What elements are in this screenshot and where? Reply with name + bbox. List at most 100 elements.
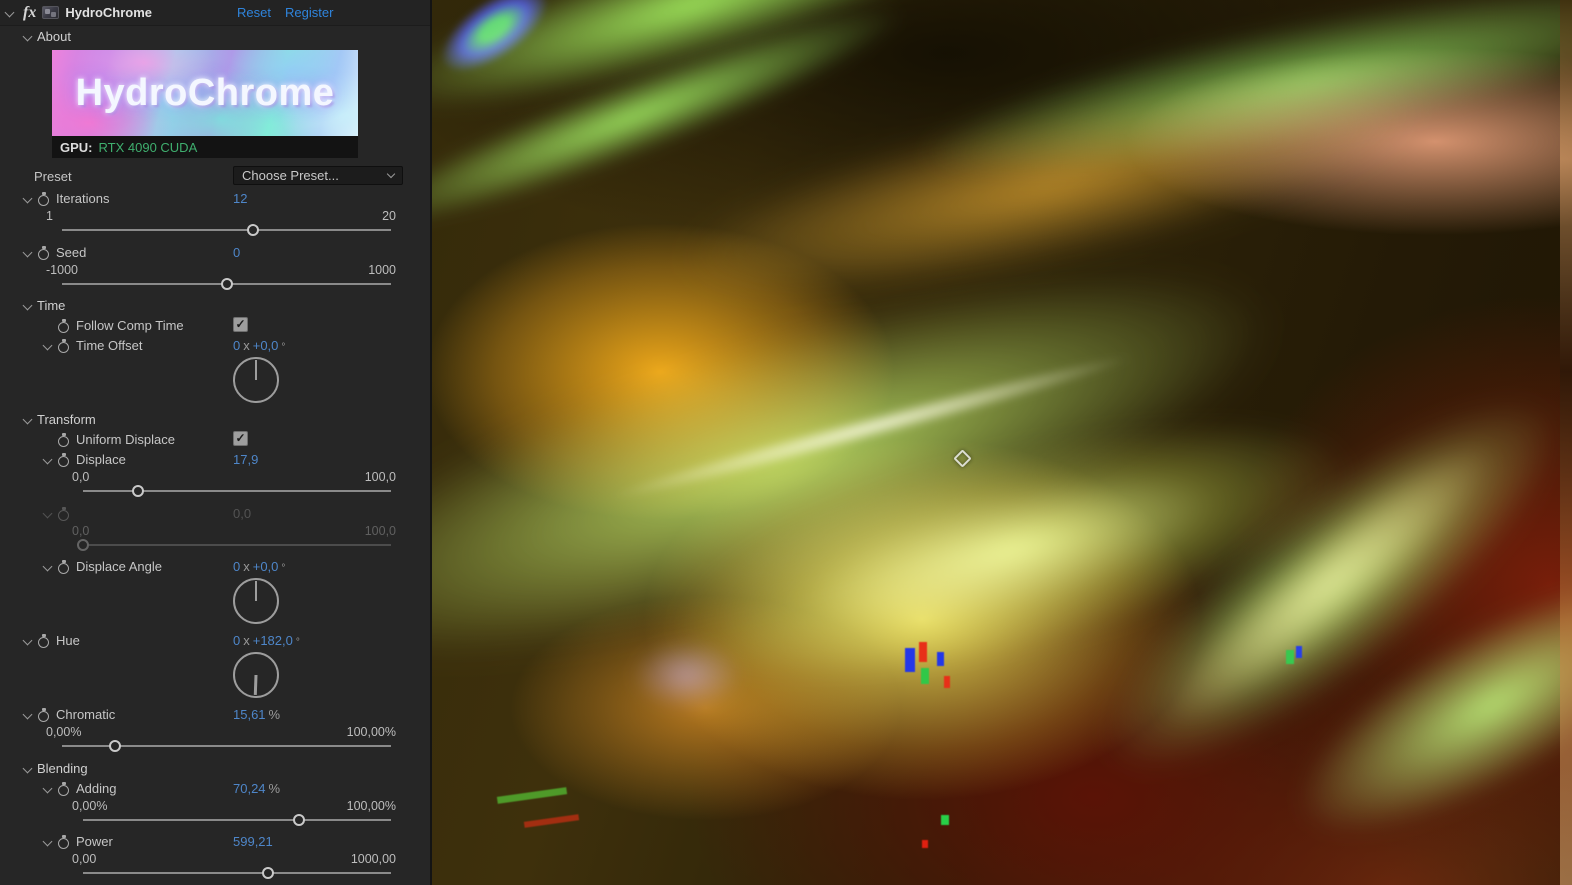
- rgb-glitch-pixel: [1286, 650, 1294, 664]
- slider-thumb[interactable]: [292, 814, 305, 826]
- slider-track[interactable]: [62, 278, 391, 290]
- stopwatch-icon[interactable]: [57, 559, 70, 574]
- angle-times-symbol: x: [243, 632, 250, 648]
- chevron-down-icon[interactable]: [22, 300, 33, 310]
- checkbox[interactable]: [233, 431, 248, 446]
- param-row-seed: Seed 0: [0, 242, 430, 262]
- group-row-transform[interactable]: Transform: [0, 409, 430, 429]
- rgb-glitch-pixel: [921, 668, 929, 684]
- degree-symbol: °: [281, 341, 286, 353]
- angle-degrees-value[interactable]: +182,0: [253, 633, 293, 648]
- param-value[interactable]: 0: [233, 245, 240, 260]
- effect-title: HydroChrome: [65, 5, 153, 20]
- chevron-down-icon[interactable]: [22, 193, 33, 203]
- param-label: Displace: [76, 451, 126, 467]
- param-value[interactable]: 15,61: [233, 707, 266, 722]
- stopwatch-icon[interactable]: [57, 318, 70, 333]
- about-banner-wrap: HydroChrome GPU: RTX 4090 CUDA: [52, 50, 358, 158]
- slider-min-label: -1000: [46, 262, 78, 277]
- angle-degrees-value[interactable]: +0,0: [253, 559, 279, 574]
- slider-thumb: [77, 539, 89, 551]
- slider-max-label: 1000,00: [350, 851, 396, 866]
- stopwatch-icon[interactable]: [57, 338, 70, 353]
- param-row-power: Power 599,21: [0, 831, 430, 851]
- param-row-iterations: Iterations 12: [0, 188, 430, 208]
- angle-dial[interactable]: [233, 357, 279, 403]
- angle-dial[interactable]: [233, 652, 279, 698]
- slider-thumb[interactable]: [108, 740, 121, 752]
- slider-track[interactable]: [62, 740, 391, 752]
- angle-times-symbol: x: [243, 558, 250, 574]
- chevron-down-icon[interactable]: [22, 31, 33, 41]
- chevron-down-icon[interactable]: [22, 709, 33, 719]
- param-row-follow-comp-time: Follow Comp Time: [0, 315, 430, 335]
- slider-min-label: 0,00%: [72, 798, 108, 813]
- dropdown-value: Choose Preset...: [242, 168, 339, 183]
- param-label: Follow Comp Time: [76, 317, 184, 333]
- preset-dropdown[interactable]: Choose Preset...: [233, 166, 403, 185]
- param-value[interactable]: 12: [233, 191, 247, 206]
- chevron-down-icon[interactable]: [22, 414, 33, 424]
- slider-thumb[interactable]: [132, 485, 145, 497]
- angle-revolutions-value[interactable]: 0: [233, 559, 240, 574]
- slider-max-label: 100,0: [364, 523, 396, 538]
- dial-pointer: [254, 581, 258, 601]
- stopwatch-icon[interactable]: [57, 781, 70, 796]
- stopwatch-icon[interactable]: [37, 245, 50, 260]
- stopwatch-icon[interactable]: [57, 834, 70, 849]
- slider-range-labels: 1 20: [0, 208, 430, 223]
- param-label: Adding: [76, 780, 117, 796]
- slider-min-label: 1: [46, 208, 53, 223]
- param-value[interactable]: 17,9: [233, 452, 258, 467]
- param-row-displace-angle: Displace Angle 0 x +0,0 °: [0, 556, 430, 576]
- reset-button[interactable]: Reset: [237, 5, 271, 20]
- composition-viewport[interactable]: [432, 0, 1572, 885]
- param-block-displace-secondary: 0,0 0,0 100,0: [0, 503, 430, 552]
- slider-track[interactable]: [83, 814, 391, 826]
- checkbox[interactable]: [233, 317, 248, 332]
- render-violet-glow: [632, 640, 742, 710]
- angle-revolutions-value[interactable]: 0: [233, 338, 240, 353]
- stopwatch-icon[interactable]: [37, 633, 50, 648]
- slider-thumb[interactable]: [261, 867, 274, 879]
- slider-thumb[interactable]: [246, 224, 259, 236]
- chevron-down-icon[interactable]: [42, 340, 53, 350]
- stopwatch-icon: [57, 506, 70, 521]
- group-row-time[interactable]: Time: [0, 295, 430, 315]
- param-label: Uniform Displace: [76, 431, 175, 447]
- stopwatch-icon[interactable]: [57, 432, 70, 447]
- param-row-uniform-displace: Uniform Displace: [0, 429, 430, 449]
- stopwatch-icon[interactable]: [37, 191, 50, 206]
- slider-track[interactable]: [83, 485, 391, 497]
- param-row-time-offset: Time Offset 0 x +0,0 °: [0, 335, 430, 355]
- chevron-down-icon[interactable]: [22, 247, 33, 257]
- slider-track[interactable]: [62, 224, 391, 236]
- angle-dial-row: [0, 576, 430, 626]
- slider-row: [0, 866, 430, 880]
- group-label: Time: [37, 297, 66, 313]
- param-value[interactable]: 70,24: [233, 781, 266, 796]
- slider-track[interactable]: [83, 867, 391, 879]
- rgb-glitch-pixel: [937, 652, 944, 666]
- angle-revolutions-value[interactable]: 0: [233, 633, 240, 648]
- stopwatch-icon[interactable]: [37, 707, 50, 722]
- chevron-down-icon[interactable]: [42, 783, 53, 793]
- chevron-down-icon[interactable]: [42, 454, 53, 464]
- angle-dial[interactable]: [233, 578, 279, 624]
- chevron-down-icon[interactable]: [42, 836, 53, 846]
- slider-min-label: 0,0: [72, 469, 90, 484]
- chevron-down-icon[interactable]: [22, 635, 33, 645]
- chevron-down-icon[interactable]: [4, 7, 15, 18]
- angle-dial-row: [0, 650, 430, 700]
- slider-track: [77, 539, 391, 551]
- slider-thumb[interactable]: [220, 278, 233, 290]
- param-value[interactable]: 599,21: [233, 834, 273, 849]
- chevron-down-icon[interactable]: [42, 561, 53, 571]
- group-row-blending[interactable]: Blending: [0, 758, 430, 778]
- group-row-about[interactable]: About: [0, 26, 430, 46]
- stopwatch-icon[interactable]: [57, 452, 70, 467]
- register-button[interactable]: Register: [285, 5, 333, 20]
- angle-degrees-value[interactable]: +0,0: [253, 338, 279, 353]
- chevron-down-icon[interactable]: [22, 763, 33, 773]
- param-row-preset: Preset Choose Preset...: [0, 166, 430, 186]
